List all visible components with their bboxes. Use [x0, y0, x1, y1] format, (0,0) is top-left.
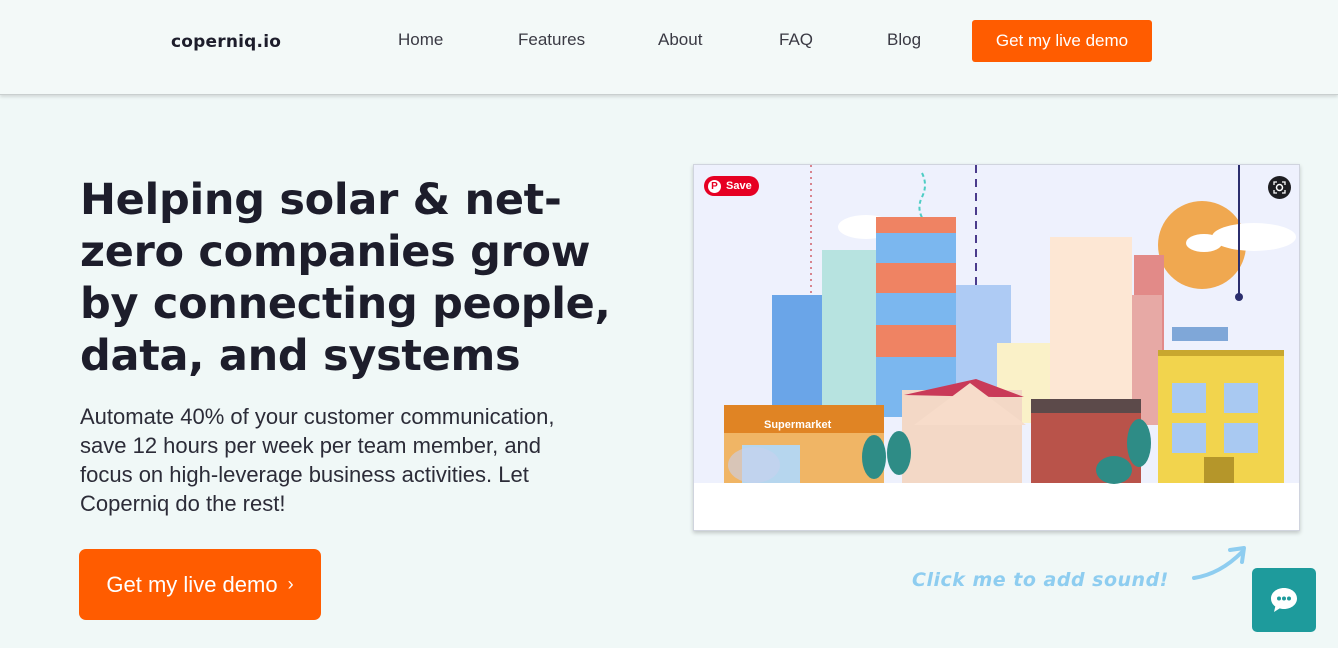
hero-subtitle: Automate 40% of your customer communicat…	[80, 404, 555, 516]
pinterest-save-button[interactable]: P Save	[704, 176, 759, 196]
nav-blog[interactable]: Blog	[887, 30, 921, 50]
nav-features[interactable]: Features	[518, 30, 585, 50]
visual-search-icon[interactable]	[1268, 176, 1291, 199]
video-player[interactable]: Supermarket P Save	[693, 164, 1300, 531]
chat-button[interactable]	[1252, 568, 1316, 632]
hero-title: Helping solar & net-zero companies grow …	[80, 175, 611, 381]
hero-demo-label: Get my live demo	[106, 571, 278, 597]
city-illustration: Supermarket	[694, 165, 1299, 530]
header-demo-button[interactable]: Get my live demo	[972, 20, 1152, 62]
pinterest-icon: P	[708, 179, 721, 193]
nav-faq[interactable]: FAQ	[779, 30, 813, 50]
supermarket-sign: Supermarket	[764, 419, 832, 431]
logo[interactable]: coperniq.io	[171, 32, 281, 52]
nav-home[interactable]: Home	[398, 30, 443, 50]
add-sound-hint[interactable]: Click me to add sound!	[912, 569, 1169, 591]
nav-about[interactable]: About	[658, 30, 702, 50]
hero-demo-button[interactable]: Get my live demo ›	[79, 549, 321, 620]
save-label: Save	[726, 180, 752, 192]
top-navbar: coperniq.io Home Features About FAQ Blog…	[0, 0, 1338, 95]
arrow-icon	[1192, 546, 1246, 580]
chat-bubble-icon	[1271, 588, 1297, 612]
chevron-right-icon: ›	[287, 574, 294, 594]
